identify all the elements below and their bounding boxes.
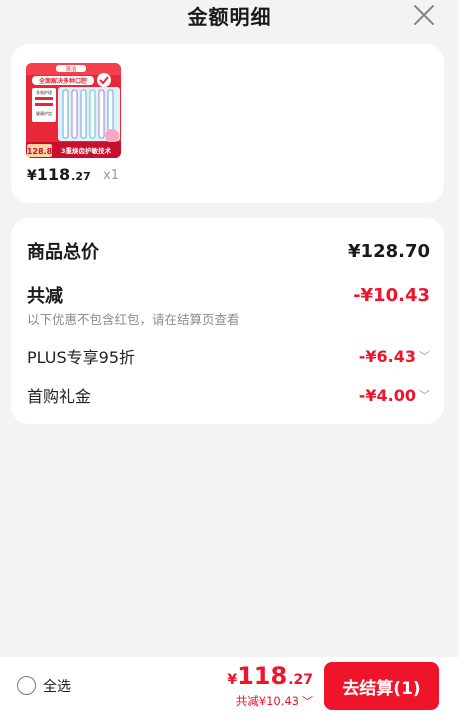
price-symbol: ¥: [27, 168, 37, 184]
discount-row[interactable]: 首购礼金 -¥4.00 ﹀: [27, 383, 430, 407]
product-brand-text: 清洁: [65, 65, 77, 73]
select-all-label[interactable]: 全选: [43, 676, 71, 696]
select-all-radio[interactable]: [17, 676, 36, 695]
price-decimal: .27: [71, 170, 91, 183]
chevron-down-icon[interactable]: ﹀: [302, 693, 313, 709]
product-quantity: x1: [103, 168, 119, 183]
total-integer: 118: [237, 662, 288, 690]
reduce-label: 共减: [27, 286, 63, 307]
modal-header: 金额明细: [0, 0, 459, 32]
discount-label: 首购礼金: [27, 387, 92, 406]
total-price: ¥ 118 .27: [227, 662, 313, 690]
discount-value: -¥4.00: [358, 385, 416, 405]
reduce-summary[interactable]: 共减¥10.43 ﹀: [236, 693, 313, 709]
discount-label: PLUS专享95折: [27, 348, 135, 367]
checkout-bar: 全选 ¥ 118 .27 共减¥10.43 ﹀ 去结算(1): [0, 657, 459, 714]
checkout-button[interactable]: 去结算(1): [324, 662, 439, 710]
page-title: 金额明细: [187, 5, 272, 29]
discount-row[interactable]: PLUS专享95折 -¥6.43 ﹀: [27, 344, 430, 368]
product-image-price: 128.8: [27, 147, 53, 156]
total-decimal: .27: [288, 672, 313, 688]
product-tag2-text: 健康护齿: [36, 110, 52, 116]
product-card: 清洁 全面解决多种口腔 多效护理 健康护齿 128.8 3重焕齿护敏技术 ¥ 1…: [11, 44, 444, 203]
total-label: 商品总价: [27, 242, 99, 263]
total-row: 商品总价 ¥128.70: [27, 238, 430, 264]
price-detail-card: 商品总价 ¥128.70 共减 -¥10.43 以下优惠不包含红包，请在结算页查…: [11, 218, 444, 424]
close-icon[interactable]: [413, 4, 435, 26]
total-symbol: ¥: [227, 672, 238, 688]
price-integer: 118: [36, 165, 71, 184]
reduce-summary-text: 共减¥10.43: [235, 694, 299, 708]
chevron-down-icon[interactable]: ﹀: [419, 387, 430, 403]
reduce-row: 共减 -¥10.43: [27, 282, 430, 308]
chevron-down-icon[interactable]: ﹀: [419, 348, 430, 364]
product-slogan: 3重焕齿护敏技术: [61, 146, 112, 155]
product-tag1-text: 多效护理: [36, 89, 52, 95]
product-banner-text: 全面解决多种口腔: [38, 77, 87, 85]
product-price: ¥ 118 .27: [27, 165, 91, 187]
reduce-note: 以下优惠不包含红包，请在结算页查看: [27, 312, 240, 327]
discount-value: -¥6.43: [358, 346, 416, 366]
total-value: ¥128.70: [348, 240, 430, 262]
product-image[interactable]: 清洁 全面解决多种口腔 多效护理 健康护齿 128.8 3重焕齿护敏技术: [26, 63, 121, 158]
reduce-value: -¥10.43: [353, 284, 430, 306]
